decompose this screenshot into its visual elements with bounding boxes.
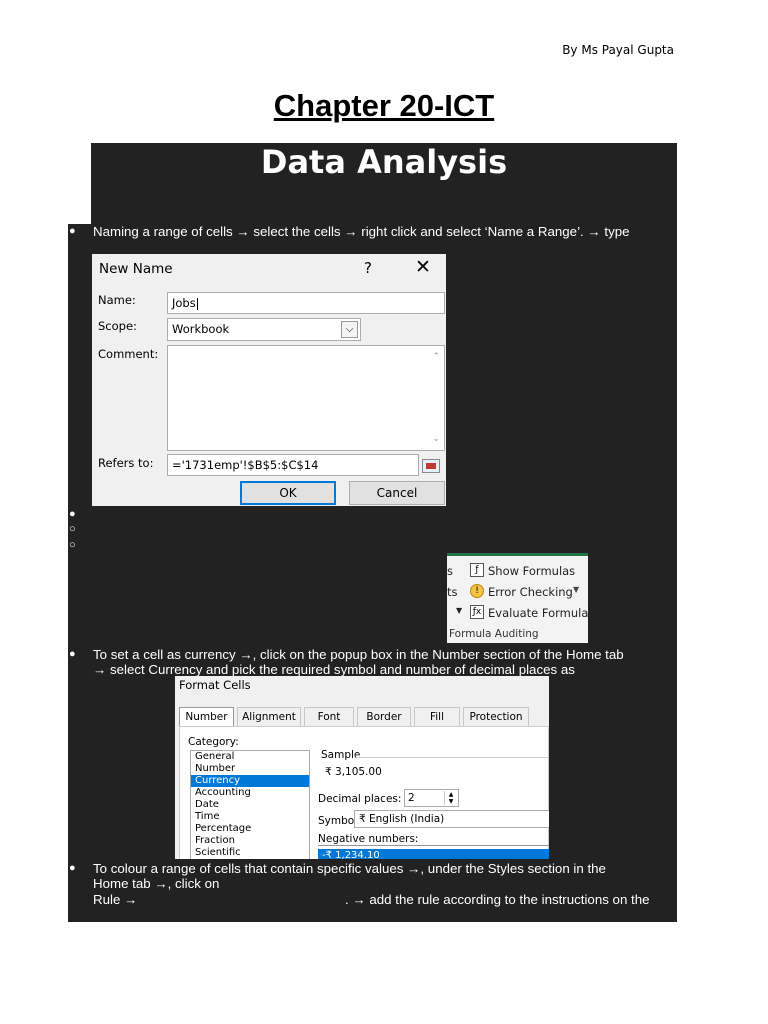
comment-textarea[interactable]: ⌃ ⌄ [167, 345, 445, 451]
list-item[interactable]: Number [191, 763, 309, 775]
bullet-colour-line3b: . → add the rule according to the instru… [345, 892, 650, 907]
show-formulas-icon: ƒ [470, 563, 484, 577]
bullet-colour-line1: To colour a range of cells that contain … [93, 861, 606, 876]
tab-fill[interactable]: Fill [414, 707, 460, 726]
text-caret [196, 297, 198, 310]
ribbon-label-stub: s [447, 564, 453, 578]
decimal-places-label: Decimal places: [318, 793, 402, 805]
list-item[interactable]: Scientific [191, 847, 309, 859]
sample-divider [356, 757, 549, 758]
dialog-title: New Name [99, 261, 173, 277]
bullet-marker: ● [69, 225, 76, 237]
list-item[interactable]: Percentage [191, 823, 309, 835]
chevron-down-icon[interactable]: ⌵ [341, 321, 358, 338]
tab-alignment[interactable]: Alignment [237, 707, 301, 726]
scope-value: Workbook [172, 322, 230, 336]
bullet-marker: ● [69, 508, 76, 520]
name-label: Name: [98, 293, 136, 307]
evaluate-formula-button[interactable]: Evaluate Formula [488, 606, 588, 620]
new-name-dialog: New Name ? ✕ Name: Jobs Scope: Workbook … [92, 254, 446, 506]
bullet-colour-line2: Home tab →, click on [93, 876, 220, 891]
refers-to-label: Refers to: [98, 456, 154, 470]
ribbon-group-label: Formula Auditing [449, 628, 539, 640]
chevron-down-icon[interactable]: ▼ [456, 606, 462, 615]
category-list[interactable]: General Number Currency Accounting Date … [190, 750, 310, 859]
list-item[interactable]: General [191, 751, 309, 763]
refers-to-field[interactable]: ='1731emp'!$B$5:$C$14 [167, 454, 419, 476]
scroll-up-icon[interactable]: ⌃ [432, 352, 440, 362]
sample-value: ₹ 3,105.00 [325, 766, 382, 778]
formula-auditing-ribbon: s ƒ Show Formulas ts ! Error Checking ▼ … [447, 553, 588, 643]
comment-label: Comment: [98, 347, 159, 361]
category-label: Category: [188, 736, 239, 748]
bullet-naming-range: Naming a range of cells → select the cel… [93, 224, 630, 239]
ribbon-label-stub: ts [447, 585, 458, 599]
chevron-down-icon[interactable]: ▼ [573, 585, 579, 594]
tab-font[interactable]: Font [304, 707, 354, 726]
tab-protection[interactable]: Protection [463, 707, 529, 726]
tab-number[interactable]: Number [179, 707, 234, 726]
error-checking-button[interactable]: Error Checking [488, 585, 573, 599]
negative-number-option[interactable]: -₹ 1,234.10 [318, 849, 549, 859]
list-item[interactable]: Time [191, 811, 309, 823]
refers-to-value: ='1731emp'!$B$5:$C$14 [172, 458, 319, 472]
negative-numbers-divider [318, 845, 549, 846]
ribbon-row-error-checking[interactable]: ts ! Error Checking ▼ [447, 583, 588, 601]
list-item[interactable]: Currency [191, 775, 309, 787]
chapter-title: Chapter 20-ICT [273, 88, 495, 123]
section-title: Data Analysis [260, 143, 508, 181]
format-cells-dialog: Format Cells Number Alignment Font Borde… [175, 676, 549, 859]
tab-border[interactable]: Border [357, 707, 411, 726]
symbol-dropdown[interactable]: ₹ English (India) [354, 810, 549, 828]
sub-bullet-marker: ○ [69, 523, 76, 535]
decimal-places-value: 2 [408, 792, 415, 804]
help-icon[interactable]: ? [364, 259, 372, 277]
name-field[interactable]: Jobs [167, 292, 445, 314]
evaluate-formula-icon: ƒx [470, 605, 484, 619]
close-icon[interactable]: ✕ [415, 256, 431, 278]
spin-arrows-icon[interactable]: ▲ ▼ [444, 791, 457, 805]
range-select-icon[interactable] [422, 459, 440, 473]
bullet-colour-line3a: Rule → [93, 892, 138, 907]
scope-dropdown[interactable]: Workbook ⌵ [167, 318, 361, 341]
name-field-value: Jobs [172, 296, 196, 310]
list-item[interactable]: Date [191, 799, 309, 811]
show-formulas-button[interactable]: Show Formulas [488, 564, 575, 578]
sample-label: Sample [321, 749, 361, 761]
ok-button[interactable]: OK [240, 481, 336, 505]
bullet-marker: ● [69, 648, 76, 660]
symbol-value: ₹ English (India) [359, 813, 445, 825]
cancel-button[interactable]: Cancel [349, 481, 445, 505]
scroll-down-icon[interactable]: ⌄ [432, 434, 440, 444]
bullet-marker: ● [69, 862, 76, 874]
ribbon-row-show-formulas[interactable]: s ƒ Show Formulas [447, 562, 588, 580]
warning-icon: ! [470, 584, 484, 598]
sub-bullet-marker: ○ [69, 539, 76, 551]
negative-numbers-label: Negative numbers: [318, 833, 419, 845]
scope-label: Scope: [98, 319, 137, 333]
list-item[interactable]: Accounting [191, 787, 309, 799]
decimal-places-stepper[interactable]: 2 ▲ ▼ [404, 789, 459, 807]
ribbon-row-evaluate-formula[interactable]: ▼ ƒx Evaluate Formula [447, 604, 588, 622]
list-item[interactable]: Fraction [191, 835, 309, 847]
number-tab-panel: Category: General Number Currency Accoun… [179, 726, 549, 859]
bullet-currency-line1: To set a cell as currency →, click on th… [93, 647, 624, 662]
author-line: By Ms Payal Gupta [562, 43, 674, 57]
dialog-title: Format Cells [179, 678, 251, 692]
